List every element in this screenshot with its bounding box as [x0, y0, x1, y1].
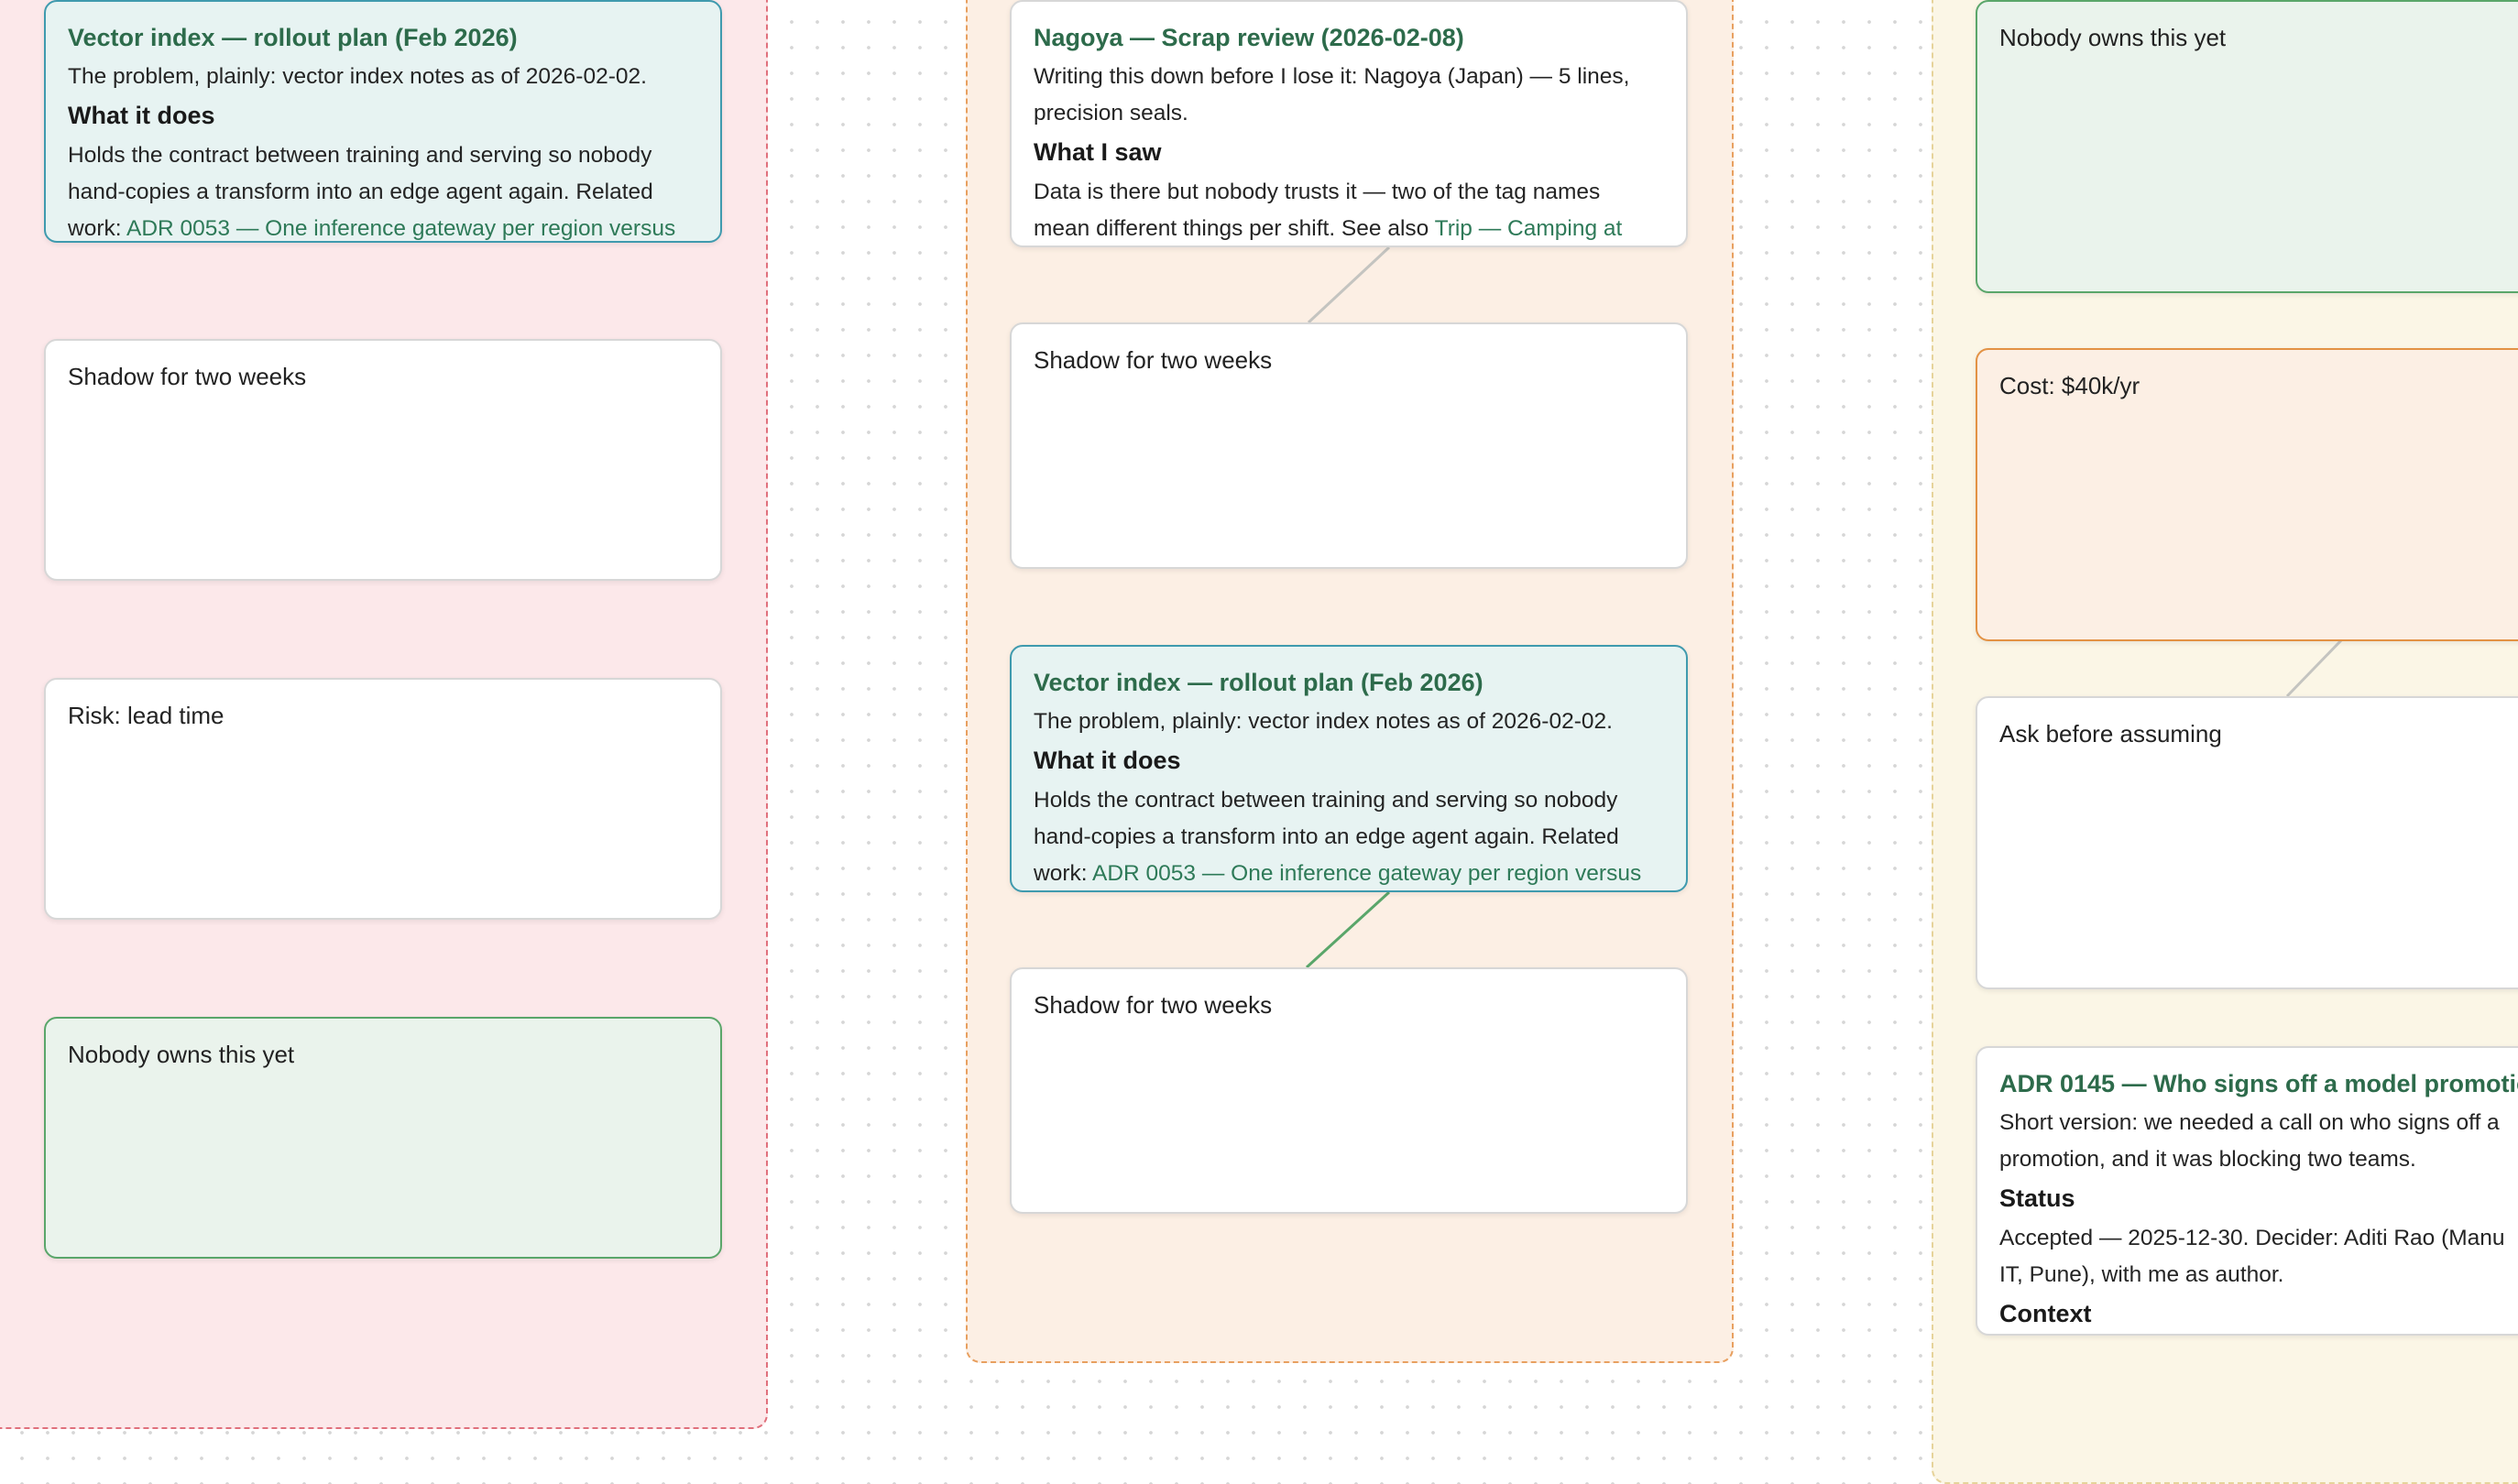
doc-card-body: Holds the contract between training and … — [1034, 782, 1664, 890]
note-card-ask-before-assuming[interactable]: Ask before assuming — [1976, 696, 2518, 989]
doc-card-body-line: work: ADR 0053 — One inference gateway p… — [1034, 856, 1664, 890]
doc-card-body-prefix: mean different things per shift. See als… — [1034, 216, 1435, 241]
doc-card-status-line: IT, Pune), with me as author. — [1999, 1262, 2284, 1287]
doc-link-adr-0053[interactable]: ADR 0053 — One inference gateway per reg… — [1092, 861, 1641, 886]
doc-card-nagoya[interactable]: Nagoya — Scrap review (2026-02-08) Writi… — [1010, 0, 1688, 247]
doc-card-title: Vector index — rollout plan (Feb 2026) — [1034, 669, 1483, 696]
doc-card-intro-line: precision seals. — [1034, 101, 1188, 125]
note-card-text: Cost: $40k/yr — [1999, 372, 2140, 399]
note-card-shadow[interactable]: Shadow for two weeks — [44, 339, 722, 581]
doc-card-body: Holds the contract between training and … — [68, 137, 698, 241]
doc-card-intro-line: Writing this down before I lose it: Nago… — [1034, 64, 1630, 89]
doc-card-status: Accepted — 2025-12-30. Decider: Aditi Ra… — [1999, 1220, 2518, 1293]
doc-link-trip-camping[interactable]: Trip — Camping at — [1435, 216, 1623, 241]
doc-card-body-line: Data is there but nobody trusts it — two… — [1034, 180, 1601, 204]
note-card-nobody-owns[interactable]: Nobody owns this yet — [44, 1017, 722, 1259]
doc-card-body-prefix: work: — [68, 216, 126, 241]
doc-card-body-line: Holds the contract between training and … — [1034, 788, 1618, 813]
doc-card-title: ADR 0145 — Who signs off a model promoti… — [1999, 1070, 2518, 1097]
note-card-risk[interactable]: Risk: lead time — [44, 678, 722, 920]
doc-card-body-line: mean different things per shift. See als… — [1034, 211, 1664, 246]
note-card-text: Nobody owns this yet — [1999, 24, 2227, 51]
doc-card-title: Vector index — rollout plan (Feb 2026) — [68, 24, 518, 51]
doc-card-heading: What I saw — [1034, 138, 1162, 166]
note-card-text: Shadow for two weeks — [1034, 346, 1273, 374]
note-card-text: Shadow for two weeks — [1034, 991, 1273, 1019]
doc-card-vector-index[interactable]: Vector index — rollout plan (Feb 2026) T… — [44, 0, 722, 243]
note-card-text: Ask before assuming — [1999, 720, 2222, 747]
doc-card-intro: The problem, plainly: vector index notes… — [1034, 709, 1613, 734]
doc-card-body-prefix: work: — [1034, 861, 1092, 886]
note-card-text: Risk: lead time — [68, 702, 224, 729]
doc-card-body-line: Holds the contract between training and … — [68, 143, 652, 168]
doc-card-heading: Status — [1999, 1184, 2075, 1212]
doc-card-intro: Short version: we needed a call on who s… — [1999, 1105, 2518, 1178]
note-card-shadow[interactable]: Shadow for two weeks — [1010, 967, 1688, 1214]
doc-card-intro-line: Short version: we needed a call on who s… — [1999, 1110, 2500, 1135]
doc-card-intro: The problem, plainly: vector index notes… — [68, 64, 647, 89]
note-card-nobody-owns[interactable]: Nobody owns this yet — [1976, 0, 2518, 293]
doc-card-intro-line: promotion, and it was blocking two teams… — [1999, 1147, 2416, 1172]
doc-card-adr-0145[interactable]: ADR 0145 — Who signs off a model promoti… — [1976, 1046, 2518, 1336]
note-card-text: Shadow for two weeks — [68, 363, 307, 390]
doc-card-title: Nagoya — Scrap review (2026-02-08) — [1034, 24, 1464, 51]
doc-card-body-line: hand-copies a transform into an edge age… — [68, 180, 653, 204]
doc-card-heading: What it does — [1034, 747, 1181, 774]
doc-card-heading: What it does — [68, 102, 215, 129]
doc-card-body-line: work: ADR 0053 — One inference gateway p… — [68, 211, 698, 241]
doc-link-adr-0053[interactable]: ADR 0053 — One inference gateway per reg… — [126, 216, 675, 241]
doc-card-body-line: hand-copies a transform into an edge age… — [1034, 824, 1619, 849]
note-card-text: Nobody owns this yet — [68, 1041, 295, 1068]
doc-card-intro: Writing this down before I lose it: Nago… — [1034, 59, 1664, 132]
note-card-cost[interactable]: Cost: $40k/yr — [1976, 348, 2518, 641]
doc-card-body: Data is there but nobody trusts it — two… — [1034, 174, 1664, 246]
doc-card-heading: Context — [1999, 1300, 2092, 1327]
note-card-shadow[interactable]: Shadow for two weeks — [1010, 322, 1688, 569]
doc-card-status-line: Accepted — 2025-12-30. Decider: Aditi Ra… — [1999, 1226, 2505, 1250]
doc-card-vector-index[interactable]: Vector index — rollout plan (Feb 2026) T… — [1010, 645, 1688, 892]
